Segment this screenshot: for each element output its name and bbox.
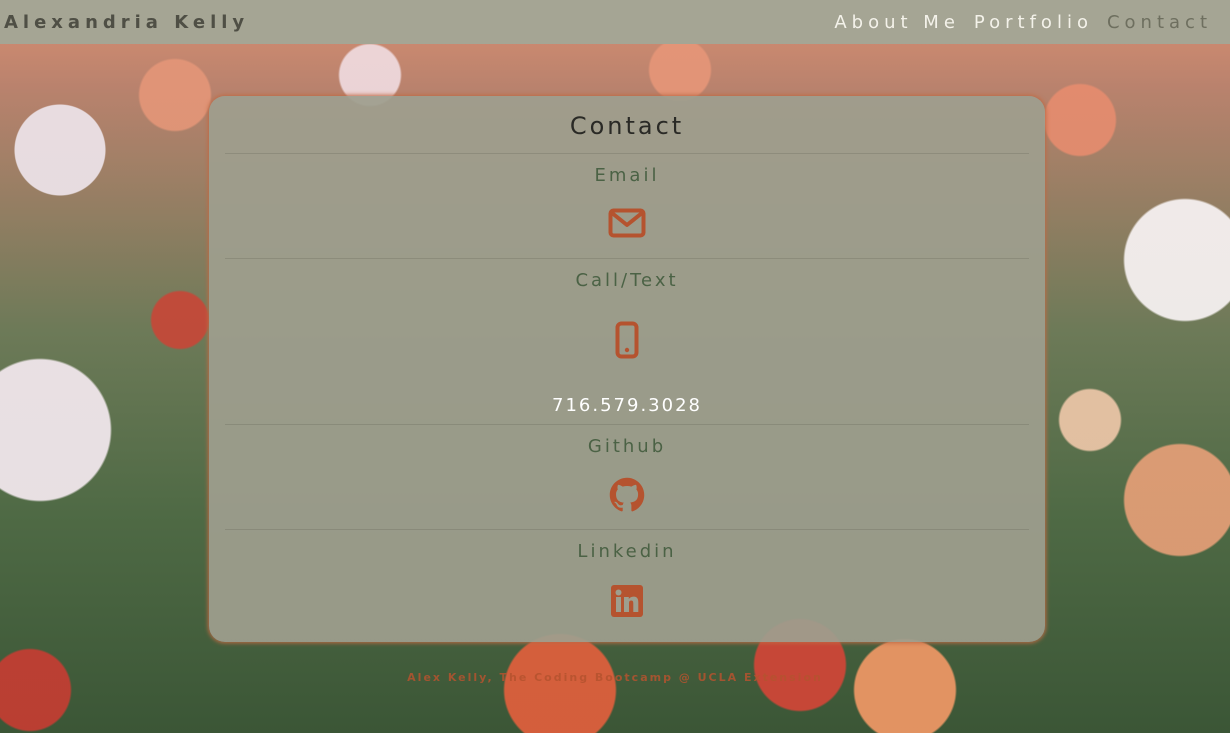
call-text-section: Call/Text 716.579.3028 bbox=[225, 259, 1029, 425]
linkedin-icon[interactable] bbox=[611, 585, 643, 617]
card-title: Contact bbox=[225, 96, 1029, 154]
navbar: Alexandria Kelly About Me Portfolio Cont… bbox=[0, 0, 1230, 44]
github-icon[interactable] bbox=[609, 477, 645, 513]
email-link[interactable] bbox=[225, 192, 1029, 254]
nav-link-portfolio[interactable]: Portfolio bbox=[974, 12, 1093, 33]
email-label: Email bbox=[594, 165, 660, 186]
brand-name[interactable]: Alexandria Kelly bbox=[4, 12, 249, 33]
github-label: Github bbox=[587, 436, 667, 457]
linkedin-label: Linkedin bbox=[577, 541, 677, 562]
call-text-label: Call/Text bbox=[575, 270, 679, 291]
footer-text: Alex Kelly, The Coding Bootcamp @ UCLA E… bbox=[407, 671, 823, 684]
linkedin-section: Linkedin bbox=[225, 530, 1029, 642]
contact-card: Contact Email Call/Text 716.579.3028 Git… bbox=[209, 96, 1045, 642]
nav-links: About Me Portfolio Contact bbox=[834, 12, 1212, 33]
email-section: Email bbox=[225, 154, 1029, 259]
phone-link[interactable] bbox=[225, 297, 1029, 383]
phone-number[interactable]: 716.579.3028 bbox=[225, 383, 1029, 423]
github-link[interactable] bbox=[225, 463, 1029, 527]
github-section: Github bbox=[225, 425, 1029, 530]
envelope-icon[interactable] bbox=[608, 208, 646, 238]
mobile-phone-icon[interactable] bbox=[615, 321, 639, 359]
nav-link-contact[interactable]: Contact bbox=[1107, 12, 1212, 33]
nav-link-about-me[interactable]: About Me bbox=[834, 12, 960, 33]
linkedin-link[interactable] bbox=[225, 568, 1029, 634]
